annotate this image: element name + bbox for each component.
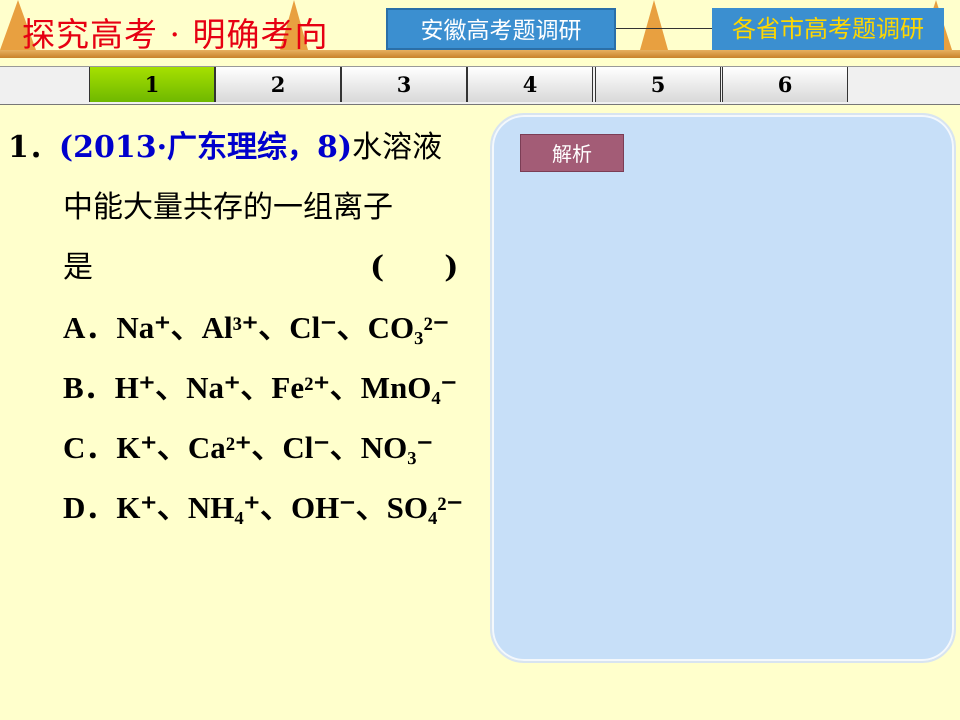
option-ions: Na⁺、Al³⁺、Cl⁻、CO₃²⁻ [116,310,450,345]
question-body: 1．(2013·广东理综，8)水溶液 中能大量共存的一组离子 是 ( ) A．N… [8,118,483,538]
option-b[interactable]: B．H⁺、Na⁺、Fe²⁺、MnO₄⁻ [8,358,483,418]
decor-triangle [640,0,668,50]
option-ions: H⁺、Na⁺、Fe²⁺、MnO₄⁻ [114,370,458,405]
option-d[interactable]: D．K⁺、NH₄⁺、OH⁻、SO₄²⁻ [8,478,483,538]
question-line-1: 1．(2013·广东理综，8)水溶液 [8,118,483,178]
connector-line [616,28,712,29]
question-number: 1． [8,130,59,165]
option-ions: K⁺、NH₄⁺、OH⁻、SO₄²⁻ [116,490,463,525]
option-ions: K⁺、Ca²⁺、Cl⁻、NO₃⁻ [116,430,433,465]
question-line-2: 中能大量共存的一组离子 [8,178,483,238]
option-label: A． [63,310,117,345]
tab-1[interactable]: 1 [89,67,215,102]
anhui-exam-button[interactable]: 安徽高考题调研 [386,8,616,50]
question-source: (2013·广东理综，8) [58,130,353,165]
option-label: D． [63,490,117,525]
tab-2[interactable]: 2 [215,67,341,102]
tab-4[interactable]: 4 [467,67,593,102]
question-stem-3: 是 [63,250,93,285]
section-title: 探究高考 · 明确考向 [22,15,329,54]
option-a[interactable]: A．Na⁺、Al³⁺、Cl⁻、CO₃²⁻ [8,298,483,358]
option-label: C． [63,430,117,465]
tab-3[interactable]: 3 [341,67,467,102]
question-tabs: 1 2 3 4 5 6 [0,66,960,105]
analysis-panel [490,113,956,663]
footer-strip [0,703,960,720]
analysis-button[interactable]: 解析 [520,134,624,172]
tab-5[interactable]: 5 [595,67,721,102]
answer-bracket: ( ) [370,250,459,285]
question-stem-1: 水溶液 [352,130,443,165]
question-stem-2: 中能大量共存的一组离子 [63,190,393,225]
header: 探究高考 · 明确考向 安徽高考题调研 各省市高考题调研 [0,0,960,58]
option-label: B． [63,370,115,405]
tab-6[interactable]: 6 [722,67,848,102]
province-exam-button[interactable]: 各省市高考题调研 [712,8,944,50]
question-line-3: 是 ( ) [8,238,483,298]
option-c[interactable]: C．K⁺、Ca²⁺、Cl⁻、NO₃⁻ [8,418,483,478]
